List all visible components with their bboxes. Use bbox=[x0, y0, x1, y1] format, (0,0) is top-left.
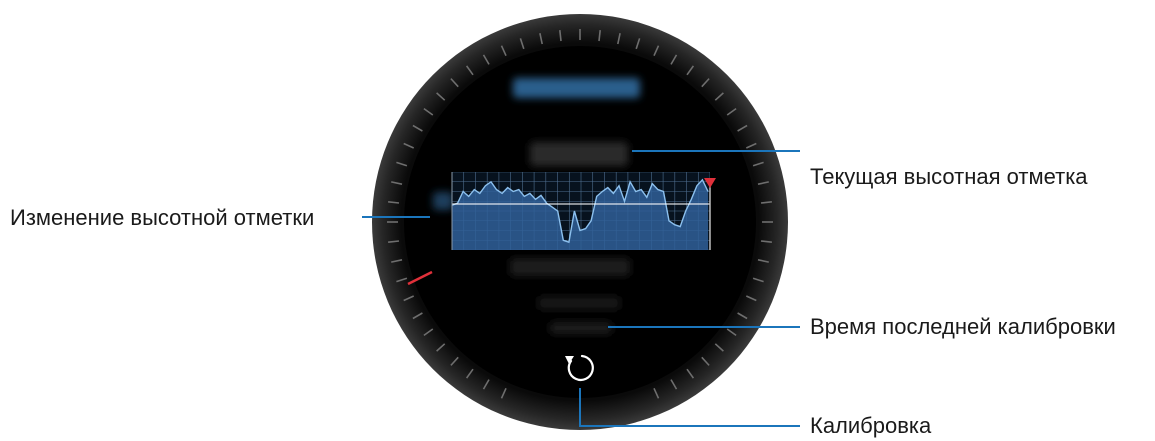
blurred-axis-label bbox=[433, 192, 453, 210]
altitude-chart bbox=[451, 172, 716, 250]
label-altitude-change: Изменение высотной отметки bbox=[10, 205, 315, 230]
label-current-altitude: Текущая высотная отметка bbox=[810, 164, 1088, 189]
calibrate-button[interactable] bbox=[558, 346, 602, 390]
calibrate-hit-area[interactable] bbox=[558, 346, 602, 390]
blurred-title bbox=[513, 78, 640, 98]
label-last-calibration: Время последней калибровки bbox=[810, 314, 1116, 339]
blurred-timestamp-value bbox=[550, 322, 612, 334]
label-calibrate: Калибровка bbox=[810, 413, 932, 438]
blurred-timestamp-label bbox=[538, 296, 620, 310]
blurred-altitude-range bbox=[510, 258, 630, 276]
blurred-current-value bbox=[530, 142, 628, 166]
